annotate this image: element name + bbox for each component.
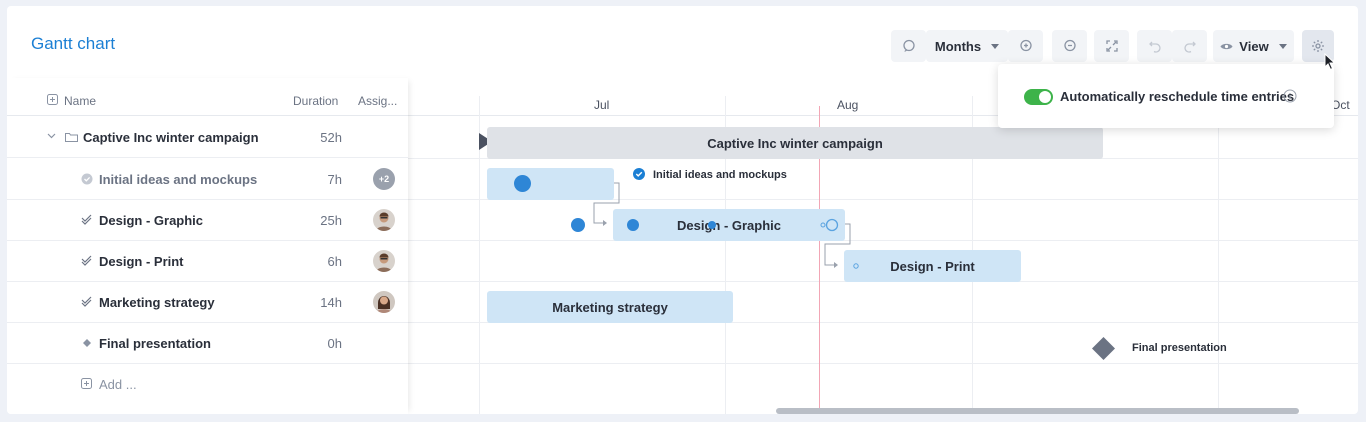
comment-icon <box>902 39 916 53</box>
double-check-icon <box>81 255 93 266</box>
undo-button[interactable] <box>1137 30 1172 62</box>
link-handle-start[interactable] <box>853 263 859 269</box>
drag-handle[interactable] <box>571 218 585 232</box>
chevron-down-icon[interactable] <box>47 133 56 139</box>
view-menu-label: View <box>1239 38 1269 54</box>
redo-icon <box>1183 39 1197 53</box>
page-title: Gantt chart <box>31 34 116 53</box>
zoom-in-button[interactable] <box>1008 30 1043 62</box>
gantt-bar-marketing-strategy[interactable]: Marketing strategy <box>487 291 733 323</box>
check-circle-icon <box>81 173 93 185</box>
task-duration: 0h <box>327 336 342 351</box>
avatar[interactable] <box>373 291 395 313</box>
gantt-bar-design-print[interactable]: Design - Print <box>844 250 1021 282</box>
check-circle-icon <box>633 168 645 180</box>
grid-header: Name Duration Assig... <box>7 78 408 116</box>
add-task-row[interactable]: Add ... <box>7 364 408 405</box>
scale-select-label: Months <box>934 38 982 54</box>
progress-handle[interactable] <box>708 221 716 229</box>
add-square-icon[interactable] <box>47 94 58 105</box>
chevron-down-icon <box>991 43 1000 49</box>
comment-button[interactable] <box>891 30 926 62</box>
undo-icon <box>1148 39 1162 53</box>
mouse-cursor-icon <box>1324 53 1336 71</box>
task-name: Final presentation <box>99 336 211 351</box>
assignee-count-badge[interactable]: +2 <box>373 168 395 190</box>
table-row[interactable]: Design - Graphic 25h <box>7 200 408 241</box>
table-row[interactable]: Final presentation 0h <box>7 323 408 364</box>
zoom-out-icon <box>1063 39 1077 53</box>
gear-icon <box>1311 39 1325 53</box>
gantt-bar-group[interactable]: Captive Inc winter campaign <box>487 127 1103 159</box>
double-check-icon <box>81 296 93 307</box>
column-header-name[interactable]: Name <box>64 94 96 108</box>
gantt-bar-initial-ideas[interactable] <box>487 168 614 200</box>
fit-to-screen-button[interactable] <box>1094 30 1129 62</box>
zoom-out-button[interactable] <box>1052 30 1087 62</box>
task-name: Captive Inc winter campaign <box>83 130 259 145</box>
table-row[interactable]: Marketing strategy 14h <box>7 282 408 323</box>
link-handle-start[interactable] <box>627 219 639 231</box>
gantt-bar-label: Final presentation <box>1132 342 1227 354</box>
table-row[interactable]: Captive Inc winter campaign 52h <box>7 117 408 158</box>
avatar[interactable] <box>373 209 395 231</box>
chevron-down-icon <box>1278 43 1287 49</box>
task-duration: 25h <box>320 213 342 228</box>
auto-reschedule-toggle[interactable] <box>1024 89 1053 105</box>
task-name: Initial ideas and mockups <box>99 172 258 187</box>
task-duration: 7h <box>327 172 342 187</box>
task-name: Marketing strategy <box>99 295 215 310</box>
redo-button[interactable] <box>1172 30 1207 62</box>
eye-icon <box>1220 42 1233 51</box>
zoom-in-icon <box>1019 39 1033 53</box>
add-square-icon[interactable] <box>81 378 92 389</box>
avatar[interactable] <box>373 250 395 272</box>
task-duration: 6h <box>327 254 342 269</box>
gantt-bar-label: Initial ideas and mockups <box>653 169 787 181</box>
milestone-diamond-icon[interactable] <box>1092 337 1115 360</box>
expand-icon <box>1105 39 1119 53</box>
table-row[interactable]: Initial ideas and mockups 7h +2 <box>7 159 408 200</box>
task-duration: 14h <box>320 295 342 310</box>
auto-reschedule-label: Automatically reschedule time entries <box>1060 89 1295 104</box>
task-name: Design - Print <box>99 254 184 269</box>
horizontal-scrollbar[interactable] <box>776 408 1299 414</box>
double-check-icon <box>81 214 93 225</box>
column-header-duration[interactable]: Duration <box>293 94 338 108</box>
folder-icon <box>65 132 78 142</box>
milestone-diamond-icon <box>83 339 91 347</box>
task-grid: Name Duration Assig... Captive Inc winte… <box>7 78 408 414</box>
link-handle-end[interactable] <box>820 218 840 232</box>
info-icon[interactable] <box>1283 89 1297 103</box>
add-task-link[interactable]: Add ... <box>99 377 137 392</box>
scale-select[interactable]: Months <box>926 30 1008 62</box>
progress-handle[interactable] <box>514 175 531 192</box>
task-name: Design - Graphic <box>99 213 204 228</box>
gantt-bar-design-graphic[interactable]: Design - Graphic <box>613 209 845 241</box>
table-row[interactable]: Design - Print 6h <box>7 241 408 282</box>
settings-popup: Automatically reschedule time entries <box>998 64 1334 128</box>
view-menu-button[interactable]: View <box>1213 30 1294 62</box>
task-duration: 52h <box>320 130 342 145</box>
column-header-assignee[interactable]: Assig... <box>358 94 397 108</box>
gantt-timeline: Jul Aug Oct Captive Inc winter campaign … <box>408 78 1358 414</box>
